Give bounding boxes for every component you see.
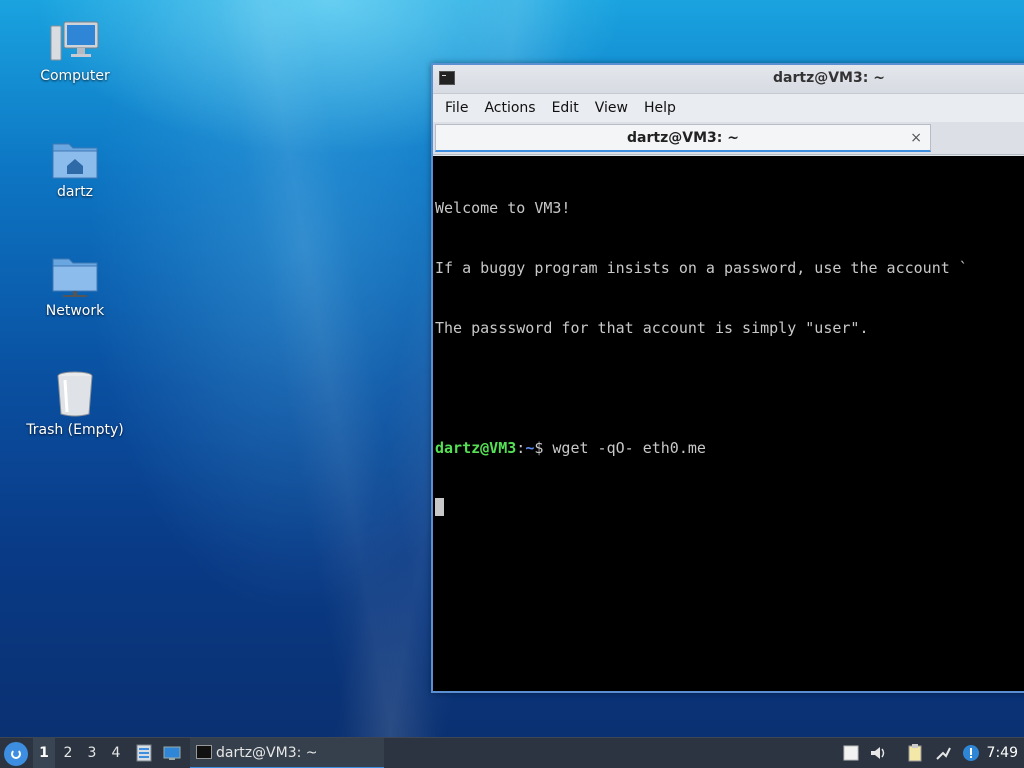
prompt-path: ~ bbox=[525, 439, 535, 457]
show-desktop-icon[interactable] bbox=[163, 744, 181, 762]
tab-title: dartz@VM3: ~ bbox=[627, 130, 739, 146]
computer-icon bbox=[50, 21, 99, 61]
network-icon[interactable] bbox=[934, 744, 952, 762]
terminal-window[interactable]: dartz@VM3: ~ File Actions Edit View Help… bbox=[431, 63, 1024, 693]
desktop-icon-network[interactable]: Network bbox=[15, 255, 135, 319]
terminal-command: wget -qO- eth0.me bbox=[552, 439, 706, 457]
clipboard-icon[interactable] bbox=[842, 744, 860, 762]
desktop-icon-label: Network bbox=[45, 303, 105, 319]
volume-icon[interactable] bbox=[869, 744, 887, 762]
prompt-user: dartz@VM3 bbox=[435, 439, 517, 457]
notes-icon[interactable] bbox=[906, 744, 924, 762]
workspace-4[interactable]: 4 bbox=[105, 738, 127, 768]
terminal-cursor bbox=[435, 498, 444, 516]
menubar: File Actions Edit View Help bbox=[433, 94, 1024, 122]
desktop-icon-computer[interactable]: Computer bbox=[15, 20, 135, 84]
terminal-icon bbox=[196, 745, 212, 759]
workspace-2[interactable]: 2 bbox=[57, 738, 79, 768]
tab-bar: dartz@VM3: ~ × bbox=[433, 122, 1024, 155]
menu-help[interactable]: Help bbox=[636, 94, 684, 122]
menu-file[interactable]: File bbox=[437, 94, 476, 122]
file-manager-icon[interactable] bbox=[135, 744, 153, 762]
clock[interactable]: 7:49 bbox=[987, 738, 1018, 768]
desktop-icon-home-folder[interactable]: dartz bbox=[15, 138, 135, 200]
desktop-icon-label: Computer bbox=[40, 68, 110, 84]
terminal-cursor-line bbox=[435, 498, 1024, 518]
terminal-output[interactable]: Welcome to VM3! If a buggy program insis… bbox=[433, 156, 1024, 691]
window-titlebar[interactable]: dartz@VM3: ~ bbox=[433, 65, 1024, 94]
close-icon[interactable]: × bbox=[910, 125, 922, 151]
terminal-prompt-line: dartz@VM3:~$ wget -qO- eth0.me bbox=[435, 438, 1024, 458]
prompt-separator: : bbox=[516, 439, 526, 457]
prompt-symbol: $ bbox=[534, 439, 553, 457]
desktop-icon-label: dartz bbox=[56, 184, 94, 200]
workspace-1[interactable]: 1 bbox=[33, 738, 55, 768]
workspace-3[interactable]: 3 bbox=[81, 738, 103, 768]
terminal-icon bbox=[439, 71, 455, 85]
desktop-icon-label: Trash (Empty) bbox=[26, 422, 124, 438]
taskbar-task-terminal[interactable]: dartz@VM3: ~ bbox=[190, 738, 384, 768]
start-menu-icon[interactable] bbox=[4, 742, 28, 766]
terminal-tab[interactable]: dartz@VM3: ~ × bbox=[435, 124, 931, 152]
trash-icon bbox=[57, 371, 93, 417]
window-title: dartz@VM3: ~ bbox=[773, 70, 885, 86]
menu-actions[interactable]: Actions bbox=[476, 94, 543, 122]
terminal-line: The passsword for that account is simply… bbox=[435, 319, 869, 337]
menu-edit[interactable]: Edit bbox=[544, 94, 587, 122]
home-folder-icon bbox=[52, 143, 98, 179]
terminal-line: If a buggy program insists on a password… bbox=[435, 259, 968, 277]
desktop-icon-trash[interactable]: Trash (Empty) bbox=[15, 370, 135, 438]
task-label: dartz@VM3: ~ bbox=[216, 745, 318, 761]
menu-view[interactable]: View bbox=[587, 94, 636, 122]
update-alert-icon[interactable] bbox=[962, 744, 980, 762]
taskbar: 1 2 3 4 dartz@VM3: ~ 7:49 bbox=[0, 737, 1024, 768]
terminal-line: Welcome to VM3! bbox=[435, 199, 571, 217]
network-folder-icon bbox=[52, 258, 98, 297]
